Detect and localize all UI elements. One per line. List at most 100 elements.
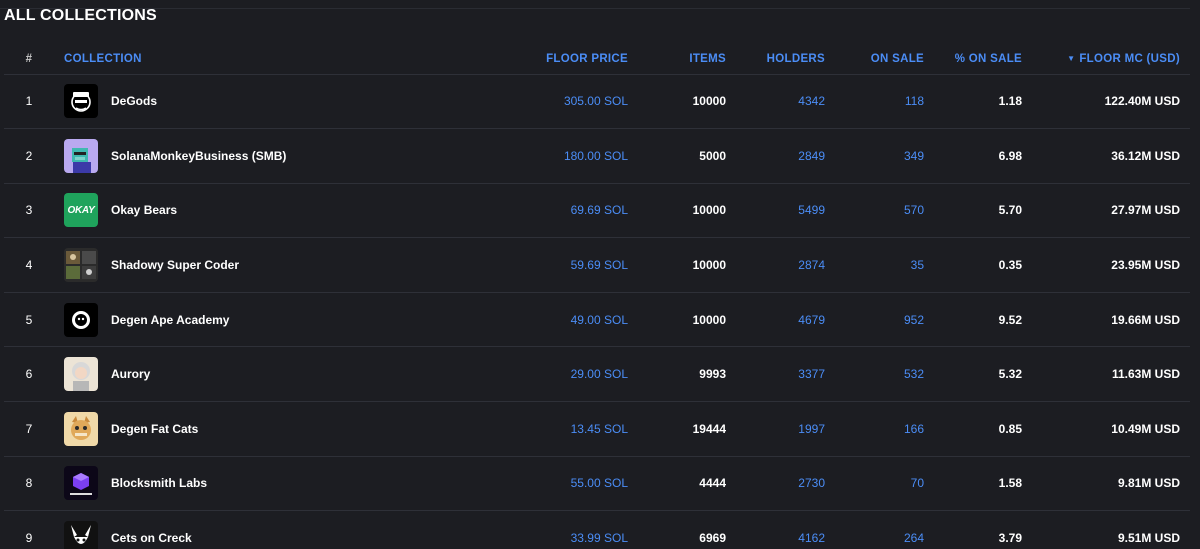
collection-cell[interactable]: OKAY Okay Bears — [54, 183, 494, 238]
holders-cell: 4342 — [798, 94, 825, 109]
table-row[interactable]: 8 Blocksmith Labs 55.00 SOL 4444 2730 70 1.58 9… — [4, 456, 1190, 511]
column-header-holders[interactable]: HOLDERS — [736, 44, 835, 74]
top-divider — [0, 8, 1190, 9]
pct-on-sale-cell: 9.52 — [998, 312, 1022, 327]
floor-price-cell: 33.99 SOL — [570, 531, 628, 546]
column-header-rank[interactable]: # — [4, 44, 54, 74]
table-row[interactable]: 3 OKAY Okay Bears 69.69 SOL 10000 5499 570 5.70… — [4, 183, 1190, 238]
table-row[interactable]: 9 Cets on Creck 33.99 SOL 6969 4162 264 3.79 9.… — [4, 511, 1190, 549]
floor-mc-cell: 9.51M USD — [1117, 531, 1180, 546]
floor-mc-cell: 10.49M USD — [1111, 421, 1180, 436]
collection-cell[interactable]: Degen Fat Cats — [54, 402, 494, 457]
on-sale-cell: 166 — [903, 421, 924, 436]
holders-cell: 3377 — [798, 367, 825, 382]
pct-on-sale-cell: 3.79 — [998, 531, 1022, 546]
on-sale-cell: 118 — [904, 94, 924, 109]
column-header-floor-mc[interactable]: ▼ FLOOR MC (USD) — [1032, 44, 1190, 74]
pct-on-sale-cell: 5.70 — [998, 203, 1022, 218]
floor-price-cell: 180.00 SOL — [563, 148, 628, 163]
rank-cell: 4 — [25, 258, 33, 273]
table-header-row: # COLLECTION FLOOR PRICE ITEMS HOLDERS O… — [4, 44, 1190, 74]
rank-cell: 2 — [25, 148, 33, 163]
blocksmith-labs-logo-icon[interactable] — [64, 466, 98, 501]
pct-on-sale-cell: 0.35 — [998, 258, 1022, 273]
smb-logo-icon[interactable] — [64, 138, 98, 173]
collection-cell[interactable]: DeGods — [54, 74, 494, 129]
collection-name-link[interactable]: Cets on Creck — [111, 531, 192, 545]
degen-fat-cats-logo-icon[interactable] — [64, 411, 98, 446]
pct-on-sale-cell: 1.58 — [998, 476, 1022, 491]
floor-mc-cell: 11.63M USD — [1111, 367, 1180, 382]
holders-cell: 5499 — [798, 203, 825, 218]
rank-cell: 6 — [25, 367, 33, 382]
holders-cell: 4679 — [798, 312, 825, 327]
floor-mc-cell: 122.40M USD — [1104, 94, 1180, 109]
pct-on-sale-cell: 6.98 — [998, 148, 1022, 163]
collection-name-link[interactable]: SolanaMonkeyBusiness (SMB) — [111, 149, 286, 163]
rank-cell: 3 — [25, 203, 33, 218]
pct-on-sale-cell: 5.32 — [998, 367, 1022, 382]
collection-name-link[interactable]: Okay Bears — [111, 203, 177, 217]
collection-name-link[interactable]: DeGods — [111, 94, 157, 108]
table-row[interactable]: 6 Aurory 29.00 SOL 9993 3377 532 5.32 11.63M US… — [4, 347, 1190, 402]
on-sale-cell: 35 — [910, 258, 924, 273]
rank-cell: 8 — [25, 476, 33, 491]
table-row[interactable]: 1 DeGods 305.00 SOL 10000 4342 118 1.18 122.40M… — [4, 74, 1190, 129]
items-cell: 6969 — [699, 531, 726, 546]
collection-name-link[interactable]: Shadowy Super Coder — [111, 258, 239, 272]
okay-bears-logo-icon[interactable]: OKAY — [64, 193, 98, 228]
items-cell: 4444 — [699, 476, 726, 491]
on-sale-cell: 952 — [903, 312, 924, 327]
collection-name-link[interactable]: Degen Ape Academy — [111, 313, 229, 327]
collections-table: # COLLECTION FLOOR PRICE ITEMS HOLDERS O… — [4, 44, 1190, 549]
column-header-floor-mc-label: FLOOR MC (USD) — [1079, 52, 1180, 65]
holders-cell: 2730 — [798, 476, 825, 491]
collection-cell[interactable]: Aurory — [54, 347, 494, 402]
items-cell: 10000 — [692, 203, 726, 218]
rank-cell: 5 — [25, 312, 33, 327]
on-sale-cell: 532 — [903, 367, 924, 382]
holders-cell: 1997 — [798, 421, 825, 436]
floor-price-cell: 55.00 SOL — [570, 476, 628, 491]
degods-logo-icon[interactable] — [64, 84, 98, 119]
column-header-items[interactable]: ITEMS — [638, 44, 736, 74]
pct-on-sale-cell: 1.18 — [998, 94, 1022, 109]
okay-bears-logo-text: OKAY — [67, 204, 95, 216]
on-sale-cell: 70 — [910, 476, 924, 491]
degen-ape-academy-logo-icon[interactable] — [64, 302, 98, 337]
column-header-on-sale[interactable]: ON SALE — [835, 44, 934, 74]
collection-name-link[interactable]: Blocksmith Labs — [111, 476, 207, 490]
floor-mc-cell: 23.95M USD — [1111, 258, 1180, 273]
aurory-logo-icon[interactable] — [64, 357, 98, 392]
holders-cell: 2874 — [798, 258, 825, 273]
floor-mc-cell: 9.81M USD — [1117, 476, 1180, 491]
on-sale-cell: 570 — [903, 203, 924, 218]
shadowy-super-coder-logo-icon[interactable] — [64, 248, 98, 283]
items-cell: 10000 — [692, 258, 726, 273]
floor-mc-cell: 36.12M USD — [1111, 148, 1180, 163]
collection-cell[interactable]: SolanaMonkeyBusiness (SMB) — [54, 129, 494, 184]
table-row[interactable]: 2 SolanaMonkeyBusiness (SMB) 180.00 SOL 500… — [4, 129, 1190, 184]
collection-name-link[interactable]: Aurory — [111, 367, 150, 381]
items-cell: 5000 — [699, 148, 726, 163]
collection-cell[interactable]: Shadowy Super Coder — [54, 238, 494, 293]
table-row[interactable]: 5 Degen Ape Academy 49.00 SOL 10000 4679 952 9… — [4, 292, 1190, 347]
column-header-pct-on-sale[interactable]: % ON SALE — [934, 44, 1032, 74]
table-row[interactable]: 4 Shadowy Super Coder 59.69 SOL 10000 2874 35… — [4, 238, 1190, 293]
on-sale-cell: 349 — [903, 148, 924, 163]
floor-price-cell: 29.00 SOL — [570, 367, 628, 382]
page-title: ALL COLLECTIONS — [4, 7, 157, 24]
cets-on-creck-logo-icon[interactable] — [64, 521, 98, 549]
collection-cell[interactable]: Degen Ape Academy — [54, 292, 494, 347]
floor-mc-cell: 27.97M USD — [1111, 203, 1180, 218]
table-row[interactable]: 7 Degen Fat Cats 13.45 SOL 19444 1997 166 0.85… — [4, 402, 1190, 457]
collection-name-link[interactable]: Degen Fat Cats — [111, 422, 198, 436]
collection-cell[interactable]: Cets on Creck — [54, 511, 494, 549]
column-header-collection[interactable]: COLLECTION — [54, 44, 494, 74]
collection-cell[interactable]: Blocksmith Labs — [54, 456, 494, 511]
items-cell: 10000 — [692, 312, 726, 327]
column-header-floor-price[interactable]: FLOOR PRICE — [494, 44, 638, 74]
on-sale-cell: 264 — [903, 531, 924, 546]
items-cell: 10000 — [692, 94, 726, 109]
floor-mc-cell: 19.66M USD — [1111, 312, 1180, 327]
